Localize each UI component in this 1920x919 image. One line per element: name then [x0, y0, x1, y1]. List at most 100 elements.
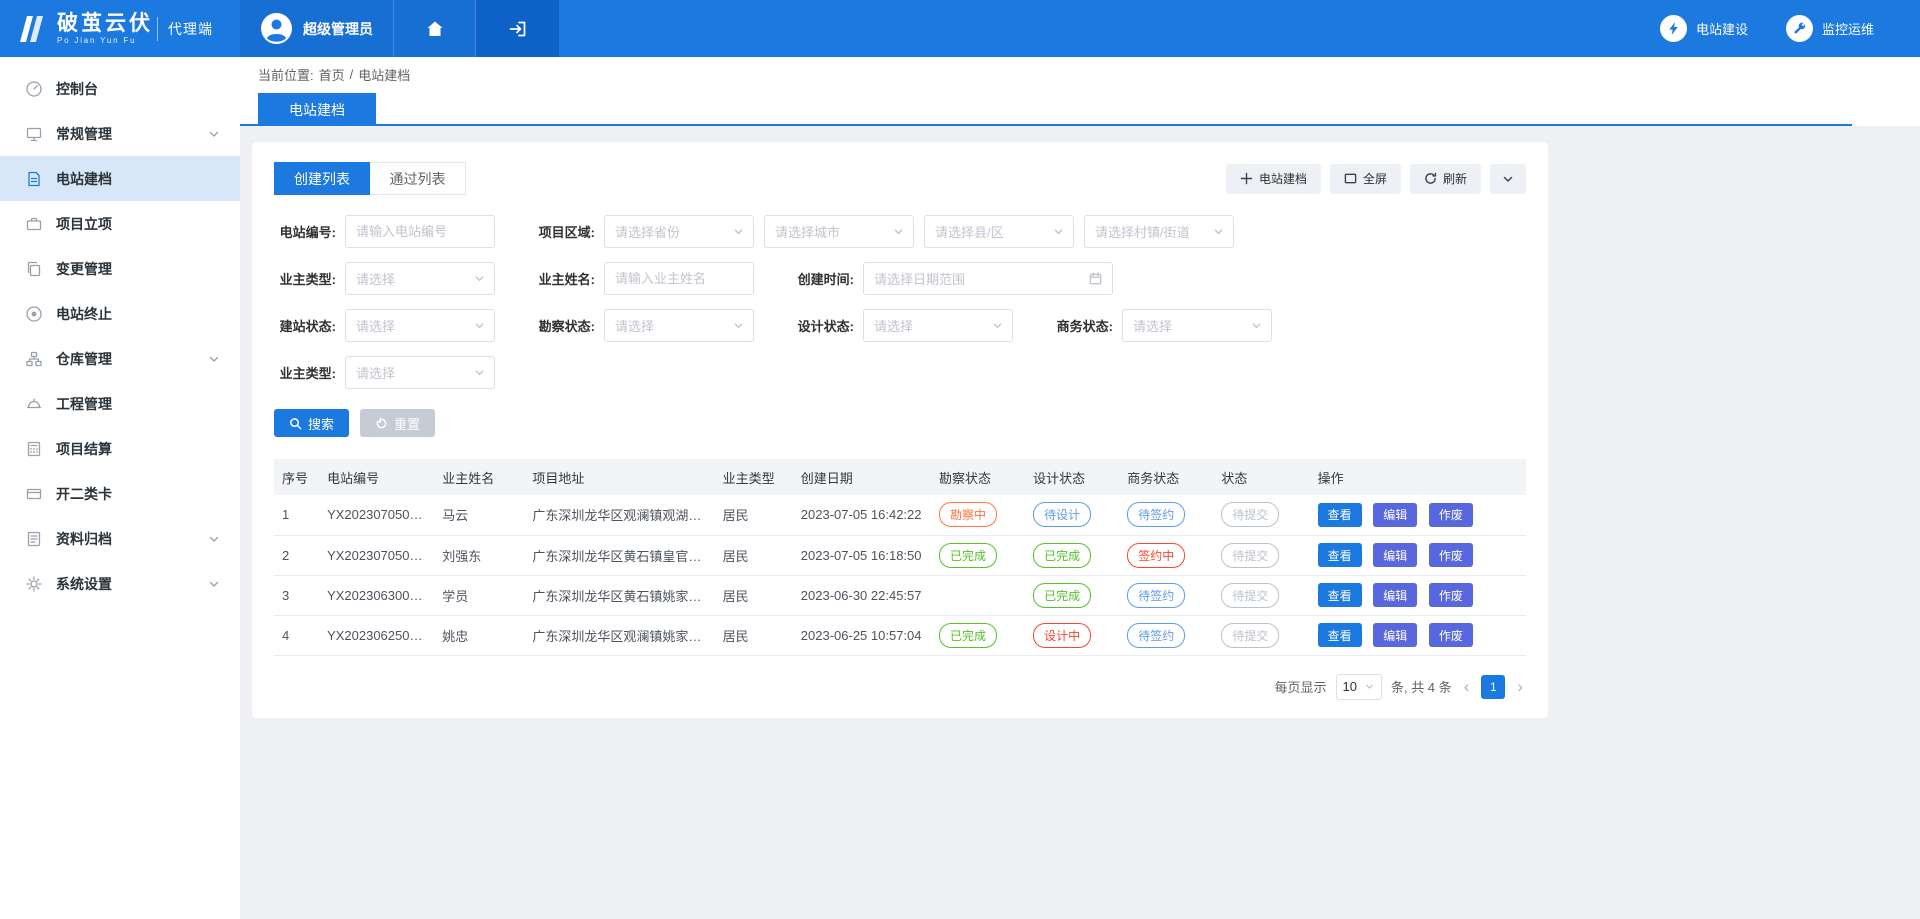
design-status-badge: 设计中: [1033, 623, 1091, 648]
helmet-icon: [25, 395, 43, 413]
col-index: 序号: [274, 459, 319, 495]
survey-status-label: 勘察状态:: [533, 316, 595, 335]
void-button[interactable]: 作废: [1429, 583, 1473, 607]
owner-type-select[interactable]: 请选择: [345, 262, 495, 295]
void-button[interactable]: 作废: [1429, 543, 1473, 567]
business-status-badge: 待签约: [1127, 623, 1185, 648]
user-menu[interactable]: 超级管理员: [240, 0, 393, 57]
body-row: 控制台 常规管理 电站建档 项: [0, 57, 1920, 919]
nav-monitor-ops[interactable]: 监控运维: [1786, 15, 1874, 42]
table-row: 2 YX2023070500010 刘强东 广东深圳龙华区黄石镇皇官大... 居…: [274, 535, 1526, 575]
cell-owner-name: 姚忠: [434, 615, 524, 655]
date-range-picker[interactable]: 请选择日期范围: [863, 262, 1113, 295]
station-no-label: 电站编号:: [274, 222, 336, 241]
caret-down-icon: [991, 319, 1004, 332]
page-tab-station-filing[interactable]: 电站建档: [258, 93, 376, 126]
col-address: 项目地址: [524, 459, 714, 495]
filter-owner-name: 业主姓名:: [533, 262, 754, 295]
filter-survey-status: 勘察状态: 请选择: [533, 309, 754, 342]
owner-type-2-select[interactable]: 请选择: [345, 356, 495, 389]
sidebar-item-data-archive[interactable]: 资料归档: [0, 516, 240, 561]
owner-name-input[interactable]: [604, 262, 754, 295]
edit-button[interactable]: 编辑: [1373, 583, 1417, 607]
survey-status-select[interactable]: 请选择: [604, 309, 754, 342]
city-select[interactable]: 请选择城市: [764, 215, 914, 248]
sidebar-item-label: 工程管理: [56, 394, 112, 414]
search-icon: [289, 417, 302, 430]
view-button[interactable]: 查看: [1318, 503, 1362, 527]
station-table: 序号 电站编号 业主姓名 项目地址 业主类型 创建日期 勘察状态 设计状态 商务…: [274, 459, 1526, 656]
home-button[interactable]: [393, 0, 476, 57]
caret-down-icon: [1052, 225, 1065, 238]
sidebar-item-project-settlement[interactable]: 项目结算: [0, 426, 240, 471]
filter-station-no: 电站编号:: [274, 215, 495, 248]
search-button[interactable]: 搜索: [274, 409, 349, 437]
sidebar-item-label: 仓库管理: [56, 349, 112, 369]
sidebar-item-project-initiation[interactable]: 项目立项: [0, 201, 240, 246]
build-status-label: 建站状态:: [274, 316, 336, 335]
logout-button[interactable]: [476, 0, 559, 57]
sidebar-item-system-settings[interactable]: 系统设置: [0, 561, 240, 606]
prev-page-button[interactable]: ‹: [1461, 678, 1473, 695]
edit-button[interactable]: 编辑: [1373, 503, 1417, 527]
sidebar-item-type2-card[interactable]: 开二类卡: [0, 471, 240, 516]
status-badge: 待提交: [1221, 623, 1279, 648]
breadcrumb-home-link[interactable]: 首页: [319, 65, 345, 84]
refresh-label: 刷新: [1443, 170, 1467, 187]
cell-address: 广东深圳龙华区黄石镇皇官大...: [524, 535, 714, 575]
sidebar-item-general-management[interactable]: 常规管理: [0, 111, 240, 156]
add-station-button[interactable]: 电站建档: [1226, 164, 1321, 194]
next-page-button[interactable]: ›: [1514, 678, 1526, 695]
design-status-badge: 已完成: [1033, 543, 1091, 568]
design-status-select[interactable]: 请选择: [863, 309, 1013, 342]
view-button[interactable]: 查看: [1318, 583, 1362, 607]
edit-button[interactable]: 编辑: [1373, 623, 1417, 647]
refresh-button[interactable]: 刷新: [1410, 164, 1481, 194]
province-placeholder: 请选择省份: [615, 222, 680, 241]
per-page-select[interactable]: 10: [1336, 674, 1382, 700]
design-status-label: 设计状态:: [792, 316, 854, 335]
sidebar-item-change-management[interactable]: 变更管理: [0, 246, 240, 291]
cell-owner-type: 居民: [715, 615, 793, 655]
cell-address: 广东深圳龙华区黄石镇姚家庄...: [524, 575, 714, 615]
lightning-icon: [1660, 15, 1687, 42]
edit-button[interactable]: 编辑: [1373, 543, 1417, 567]
nav-station-construction[interactable]: 电站建设: [1660, 15, 1748, 42]
owner-type-2-placeholder: 请选择: [356, 363, 395, 382]
tab-passed-list[interactable]: 通过列表: [370, 162, 466, 195]
void-button[interactable]: 作废: [1429, 623, 1473, 647]
station-no-input[interactable]: [345, 215, 495, 248]
portal-label: 代理端: [168, 19, 213, 39]
cell-station-no: YX2023070500011: [319, 495, 434, 535]
caret-down-icon: [1250, 319, 1263, 332]
view-button[interactable]: 查看: [1318, 543, 1362, 567]
district-select[interactable]: 请选择县/区: [924, 215, 1074, 248]
town-select[interactable]: 请选择村镇/街道: [1084, 215, 1234, 248]
province-select[interactable]: 请选择省份: [604, 215, 754, 248]
user-name: 超级管理员: [303, 19, 373, 39]
fullscreen-button[interactable]: 全屏: [1330, 164, 1401, 194]
sidebar-item-station-filing[interactable]: 电站建档: [0, 156, 240, 201]
sidebar-item-station-termination[interactable]: 电站终止: [0, 291, 240, 336]
status-badge: 待提交: [1221, 543, 1279, 568]
view-button[interactable]: 查看: [1318, 623, 1362, 647]
sidebar-item-console[interactable]: 控制台: [0, 66, 240, 111]
main-area: 当前位置: 首页 / 电站建档 电站建档 创建列表 通过列表: [240, 57, 1920, 919]
owner-type-placeholder: 请选择: [356, 269, 395, 288]
cell-index: 4: [274, 615, 319, 655]
caret-down-icon: [892, 225, 905, 238]
collapse-toolbar-button[interactable]: [1490, 164, 1526, 194]
void-button[interactable]: 作废: [1429, 503, 1473, 527]
sidebar-item-engineering-management[interactable]: 工程管理: [0, 381, 240, 426]
page-number-1[interactable]: 1: [1481, 675, 1505, 699]
tab-create-list[interactable]: 创建列表: [274, 162, 370, 195]
sidebar-item-warehouse-management[interactable]: 仓库管理: [0, 336, 240, 381]
cell-owner-type: 居民: [715, 575, 793, 615]
stop-circle-icon: [25, 305, 43, 323]
cell-survey-empty: [931, 575, 1025, 615]
reset-button[interactable]: 重置: [360, 409, 435, 437]
chevron-down-icon: [1502, 173, 1514, 185]
col-status: 状态: [1213, 459, 1309, 495]
build-status-select[interactable]: 请选择: [345, 309, 495, 342]
business-status-select[interactable]: 请选择: [1122, 309, 1272, 342]
